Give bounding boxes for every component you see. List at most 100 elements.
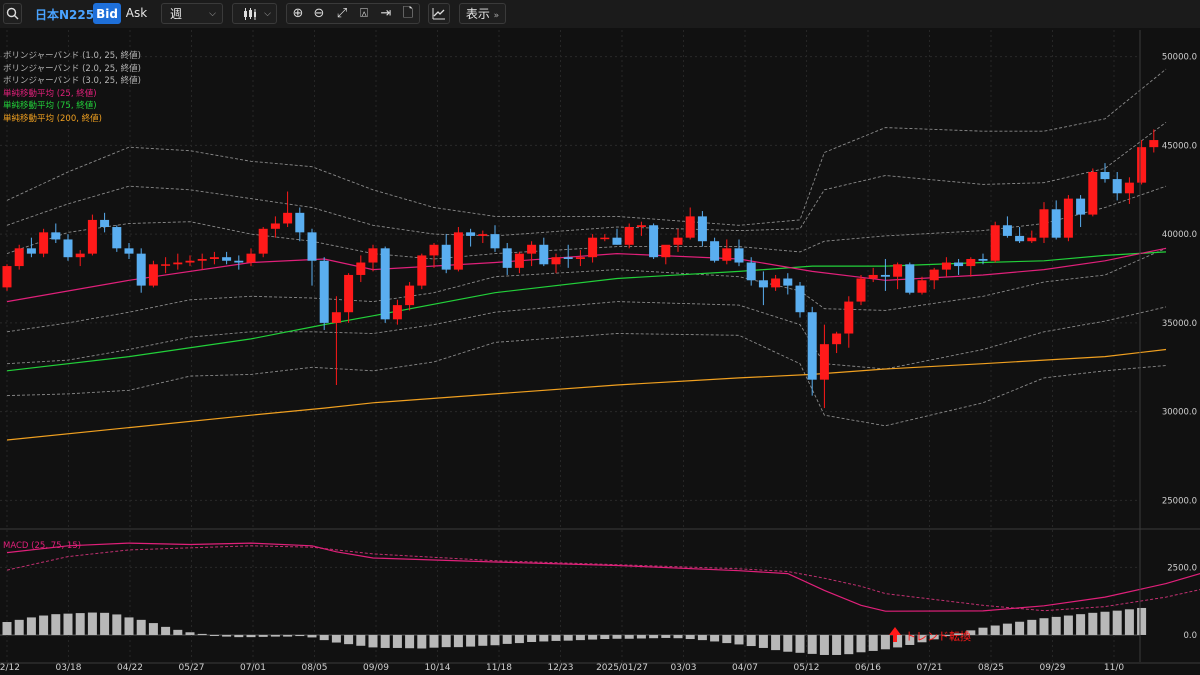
candle-body [185, 260, 195, 263]
fit-screen-icon[interactable]: ⤢ [333, 5, 351, 23]
macd-histogram-bar [392, 634, 402, 648]
x-tick-label: 03/03 [671, 663, 697, 673]
candle-body [51, 232, 61, 240]
scroll-latest-icon[interactable]: ⇥ [377, 5, 395, 23]
candle-body [771, 278, 781, 288]
chart-type-dropdown[interactable]: ⌵ [232, 3, 277, 24]
legend-item: 単純移動平均 (75, 終値) [3, 101, 97, 111]
macd-histogram-bar [478, 634, 488, 646]
legend-item: ボリンジャーバンド (2.0, 25, 終値) [3, 63, 141, 74]
macd-histogram-bar [978, 627, 988, 635]
candle-body [392, 305, 402, 320]
candle-body [270, 223, 280, 229]
macd-histogram-bar [173, 629, 183, 635]
candle-body [539, 244, 549, 265]
zoom-in-icon[interactable]: ⊕ [289, 5, 307, 23]
candle-body [551, 257, 561, 265]
macd-histogram-bar [380, 634, 390, 648]
candle-body [710, 241, 720, 261]
chart-background [0, 28, 1200, 675]
y-tick-label: 25000.0 [1162, 496, 1197, 506]
macd-histogram-bar [258, 634, 268, 637]
candle-body [954, 262, 964, 267]
candle-body [87, 219, 97, 254]
candle-body [807, 312, 817, 380]
candle-body [905, 264, 915, 293]
macd-histogram-bar [26, 617, 36, 635]
macd-histogram-bar [661, 634, 671, 638]
candle-body [234, 260, 244, 263]
search-icon [6, 7, 19, 20]
macd-histogram-bar [551, 634, 561, 641]
macd-histogram-bar [734, 634, 744, 645]
macd-histogram-bar [771, 634, 781, 651]
macd-histogram-bar [1124, 609, 1134, 635]
candle-body [368, 248, 378, 263]
x-tick-label: 07/01 [240, 663, 266, 673]
chart-toolbar: 日本N225 Bid Ask 週 ⌵ ⌵ ⊕ ⊖ ⤢ ⍓ ⇥ 🗋 表示 » [0, 0, 1200, 29]
candle-body [307, 232, 317, 261]
candle-body [356, 262, 366, 275]
macd-histogram-bar [197, 633, 207, 635]
y-tick-label: 50000.0 [1162, 53, 1197, 63]
candle-body [75, 253, 85, 258]
price-chart[interactable]: 25000.0 30000.0 35000.0 40000.0 45000.0 50000… [0, 28, 1200, 675]
macd-histogram-bar [331, 634, 341, 643]
x-tick-label: 04/07 [732, 663, 758, 673]
annotation-text: トレンド転換 [905, 630, 971, 643]
ask-button[interactable]: Ask [122, 3, 151, 24]
period-dropdown[interactable]: 週 ⌵ [161, 3, 223, 24]
y-tick-label: 40000.0 [1162, 230, 1197, 240]
macd-histogram-bar [417, 634, 427, 649]
x-tick-label: 12/23 [548, 663, 574, 673]
candle-body [1076, 198, 1086, 215]
x-tick-label: 10/14 [425, 663, 451, 673]
candle-body [734, 248, 744, 263]
zoom-out-icon[interactable]: ⊖ [310, 5, 328, 23]
display-dropdown[interactable]: 表示 » [459, 3, 506, 24]
macd-histogram-bar [710, 634, 720, 642]
candle-body [1088, 172, 1098, 215]
candle-body [222, 257, 232, 261]
macd-tick-label: 0.0 [1183, 631, 1197, 641]
search-button[interactable] [3, 3, 22, 24]
macd-histogram-bar [856, 634, 866, 653]
macd-histogram-bar [649, 634, 659, 639]
candle-body [1002, 225, 1012, 236]
x-tick-label: 06/16 [855, 663, 881, 673]
candle-body [441, 244, 451, 270]
bid-button[interactable]: Bid [93, 3, 121, 24]
x-tick-label: 08/25 [978, 663, 1004, 673]
candle-body [197, 258, 207, 261]
macd-histogram-bar [1063, 615, 1073, 635]
macd-histogram-bar [356, 634, 366, 646]
candle-body [1100, 172, 1110, 180]
macd-histogram-bar [795, 634, 805, 653]
symbol-name[interactable]: 日本N225 [35, 6, 94, 23]
macd-histogram-bar [673, 634, 683, 639]
indicator-button[interactable] [428, 3, 450, 24]
document-icon[interactable]: 🗋 [399, 5, 417, 23]
candle-body [563, 257, 573, 259]
macd-histogram-bar [1039, 618, 1049, 635]
macd-histogram-bar [1002, 623, 1012, 635]
candle-body [649, 225, 659, 258]
candle-body [380, 248, 390, 320]
candle-body [575, 257, 585, 259]
lock-icon[interactable]: ⍓ [355, 5, 373, 23]
period-value: 週 [170, 7, 183, 21]
x-tick-label: 03/18 [56, 663, 82, 673]
macd-histogram-bar [453, 634, 463, 648]
macd-histogram-bar [246, 634, 256, 638]
chevron-down-icon: ⌵ [209, 9, 216, 19]
macd-histogram-bar [63, 613, 73, 635]
macd-histogram-bar [1027, 619, 1037, 635]
candle-body [856, 278, 866, 302]
macd-histogram-bar [880, 634, 890, 650]
candle-body [344, 274, 354, 313]
x-tick-label: 02/12 [0, 663, 20, 673]
candle-body [636, 225, 646, 228]
display-label: 表示 [465, 7, 490, 21]
macd-histogram-bar [319, 634, 329, 641]
candle-body [1039, 209, 1049, 238]
